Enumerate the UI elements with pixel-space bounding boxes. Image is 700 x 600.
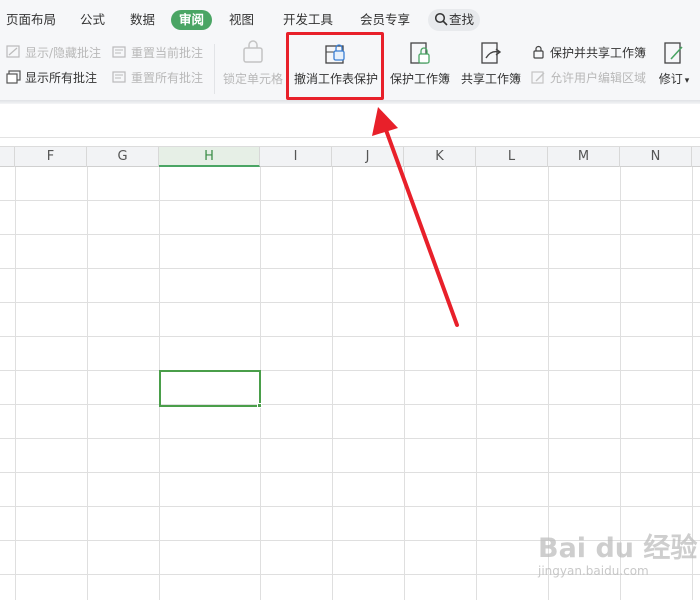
reset-comment-icon (112, 46, 126, 58)
share-workbook-button[interactable]: 共享工作簿 (459, 40, 523, 96)
ribbon-separator (214, 44, 215, 94)
column-header-j[interactable]: J (332, 147, 404, 167)
show-all-comments-button[interactable]: 显示所有批注 (6, 69, 97, 87)
grid-line (332, 167, 333, 600)
reset-current-comment-button[interactable]: 重置当前批注 (112, 44, 203, 62)
column-header-row: F G H I J K L M N (0, 146, 700, 167)
column-header-i[interactable]: I (260, 147, 332, 167)
track-changes-button[interactable]: 修订 ▾ (654, 40, 694, 96)
watermark-url: jingyan.baidu.com (538, 564, 649, 578)
column-header-f[interactable]: F (15, 147, 87, 167)
protect-workbook-icon (410, 42, 430, 64)
search-label: 查找 (449, 12, 475, 27)
grid-line (0, 200, 700, 201)
grid-line (0, 234, 700, 235)
grid-line (87, 167, 88, 600)
grid-line (15, 167, 16, 600)
fill-handle[interactable] (257, 403, 262, 408)
protect-and-share-workbook-button[interactable]: 保护并共享工作簿 (531, 44, 646, 62)
tab-page-layout[interactable]: 页面布局 (6, 10, 56, 30)
grid-line (0, 268, 700, 269)
annotation-highlight-box (286, 32, 384, 100)
column-header-l[interactable]: L (476, 147, 548, 167)
grid-line (0, 302, 700, 303)
comment-toggle-icon (6, 45, 20, 58)
column-header-m[interactable]: M (548, 147, 620, 167)
tab-developer-tools[interactable]: 开发工具 (283, 10, 333, 30)
show-hide-comments-button[interactable]: 显示/隐藏批注 (6, 44, 101, 62)
tab-view[interactable]: 视图 (229, 10, 254, 30)
column-header-h[interactable]: H (159, 147, 260, 167)
protect-share-icon (533, 45, 544, 59)
reset-all-comments-button[interactable]: 重置所有批注 (112, 69, 203, 87)
lock-cell-button[interactable]: 锁定单元格 (222, 40, 284, 96)
tab-formulas[interactable]: 公式 (80, 10, 105, 30)
edit-range-icon (531, 71, 545, 84)
reset-all-comments-icon (112, 71, 126, 83)
grid-line (0, 472, 700, 473)
comments-icon (6, 70, 21, 84)
baidu-watermark: Bai du 经验 jingyan.baidu.com (534, 520, 698, 590)
grid-line (0, 404, 700, 405)
grid-line (0, 336, 700, 337)
grid-line (0, 438, 700, 439)
active-cell[interactable] (159, 370, 261, 407)
column-header-n[interactable]: N (620, 147, 692, 167)
tab-review[interactable]: 审阅 (171, 10, 213, 30)
grid-line (0, 370, 700, 371)
grid-line (0, 506, 700, 507)
grid-line (476, 167, 477, 600)
grid-line (404, 167, 405, 600)
share-workbook-icon (481, 42, 502, 64)
formula-bar-area (0, 104, 700, 138)
column-header-g[interactable]: G (87, 147, 159, 167)
track-changes-icon (664, 42, 683, 64)
dropdown-arrow-icon: ▾ (684, 76, 690, 86)
lock-cell-icon (243, 40, 263, 63)
allow-edit-ranges-button[interactable]: 允许用户编辑区域 (531, 69, 646, 87)
tab-data[interactable]: 数据 (130, 10, 155, 30)
watermark-brand: Bai du 经验 (538, 533, 698, 564)
protect-workbook-button[interactable]: 保护工作簿 (389, 40, 451, 96)
column-header-e-edge[interactable] (0, 147, 15, 167)
tab-member-exclusive[interactable]: 会员专享 (360, 10, 410, 30)
search-icon (434, 12, 448, 26)
search-button[interactable]: 查找 (428, 9, 480, 31)
column-header-k[interactable]: K (404, 147, 476, 167)
